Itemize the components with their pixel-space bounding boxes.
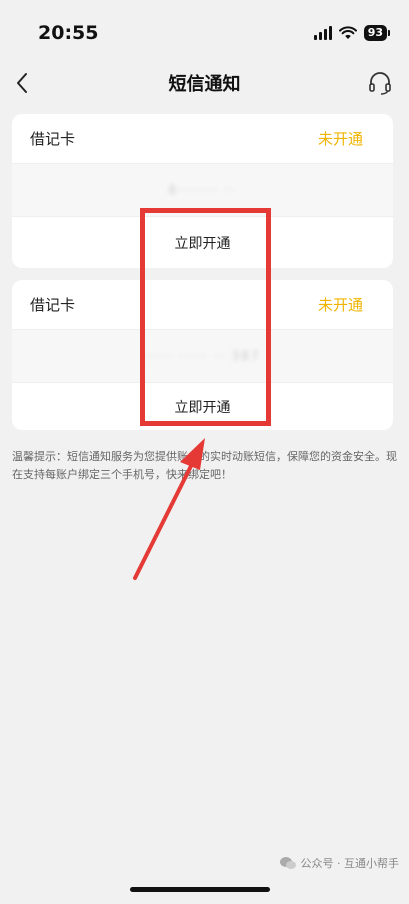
card-header: 借记卡 未开通 xyxy=(12,280,393,330)
card-type: 借记卡 xyxy=(30,130,76,148)
watermark-text: 公众号 · 互通小帮手 xyxy=(300,857,400,870)
debit-card-1: 借记卡 未开通 6······· ·· 立即开通 xyxy=(12,114,393,268)
card-number-text: 6······· ·· xyxy=(168,183,237,197)
card-number-text: ····· ····· ·· 387 xyxy=(144,349,261,363)
card-number: ····· ····· ·· 387 xyxy=(12,330,393,382)
wifi-icon xyxy=(338,26,357,39)
activate-button-2[interactable]: 立即开通 xyxy=(12,382,393,430)
status-bar: 20:55 93 xyxy=(0,0,409,62)
card-status: 未开通 xyxy=(317,130,363,148)
nav-bar: 短信通知 xyxy=(0,62,409,104)
signal-icon xyxy=(313,26,332,40)
status-time: 20:55 xyxy=(38,22,99,44)
watermark: 公众号 · 互通小帮手 xyxy=(279,855,400,871)
activate-button-label: 立即开通 xyxy=(174,235,231,252)
activate-button-label: 立即开通 xyxy=(174,399,231,416)
card-header: 借记卡 未开通 xyxy=(12,114,393,164)
card-status: 未开通 xyxy=(317,296,363,314)
debit-card-2: 借记卡 未开通 ····· ····· ·· 387 立即开通 xyxy=(12,280,393,430)
activate-button-1[interactable]: 立即开通 xyxy=(12,216,393,268)
card-number: 6······· ·· xyxy=(12,164,393,216)
card-type: 借记卡 xyxy=(30,296,76,314)
headset-icon[interactable] xyxy=(367,70,393,96)
wechat-icon xyxy=(279,857,296,869)
tip-text: 温馨提示：短信通知服务为您提供账户的实时动账短信，保障您的资金安全。现在支持每账… xyxy=(12,450,397,481)
page-title: 短信通知 xyxy=(168,74,241,95)
home-indicator[interactable] xyxy=(130,887,270,892)
battery-icon: 93 xyxy=(363,25,391,41)
status-icons: 93 xyxy=(313,24,391,42)
